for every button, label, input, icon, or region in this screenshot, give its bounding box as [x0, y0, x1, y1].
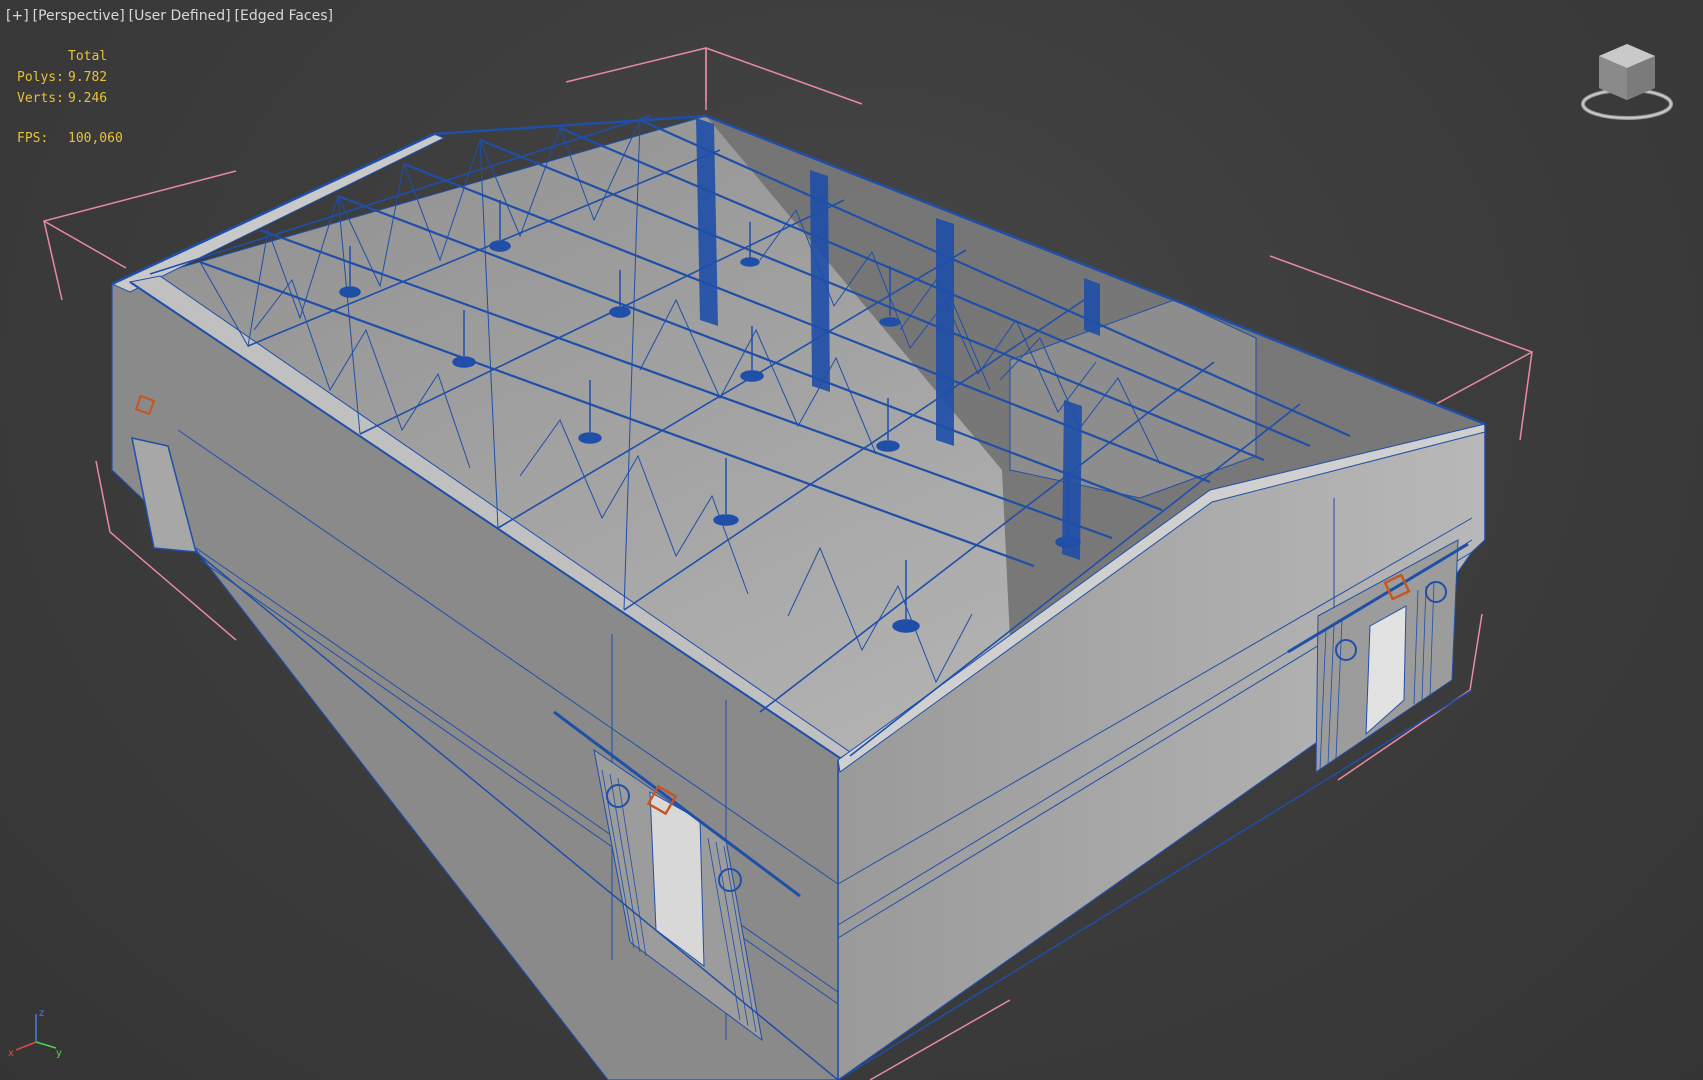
viewport-point-of-view-menu[interactable]: [Perspective]	[33, 8, 125, 24]
stats-header: Total	[68, 49, 108, 64]
polys-label: Polys:	[17, 70, 64, 85]
axis-tripod-icon: z x y	[8, 1008, 62, 1059]
viewport-user-defined-menu[interactable]: [User Defined]	[129, 8, 231, 24]
viewport-general-menu[interactable]: [+]	[6, 8, 29, 24]
viewcube-icon[interactable]	[1579, 38, 1675, 124]
viewport-shading-menu[interactable]: [Edged Faces]	[235, 8, 333, 24]
verts-label: Verts:	[17, 91, 64, 106]
fps-value: 100,060	[68, 131, 123, 146]
fps-label: FPS:	[17, 131, 49, 146]
axis-z-label: z	[39, 1008, 44, 1019]
statistics-overlay: Total Polys: 9.782 Verts: 9.246 FPS: 100,06…	[17, 46, 123, 149]
axis-y-label: y	[56, 1048, 62, 1059]
viewport-label-menu: [+] [Perspective] [User Defined] [Edged …	[6, 8, 333, 24]
polys-value: 9.782	[68, 70, 108, 85]
axis-x-label: x	[8, 1048, 14, 1059]
scene-render[interactable]	[0, 0, 1703, 1080]
perspective-viewport[interactable]: [+] [Perspective] [User Defined] [Edged …	[0, 0, 1703, 1080]
verts-value: 9.246	[68, 91, 108, 106]
